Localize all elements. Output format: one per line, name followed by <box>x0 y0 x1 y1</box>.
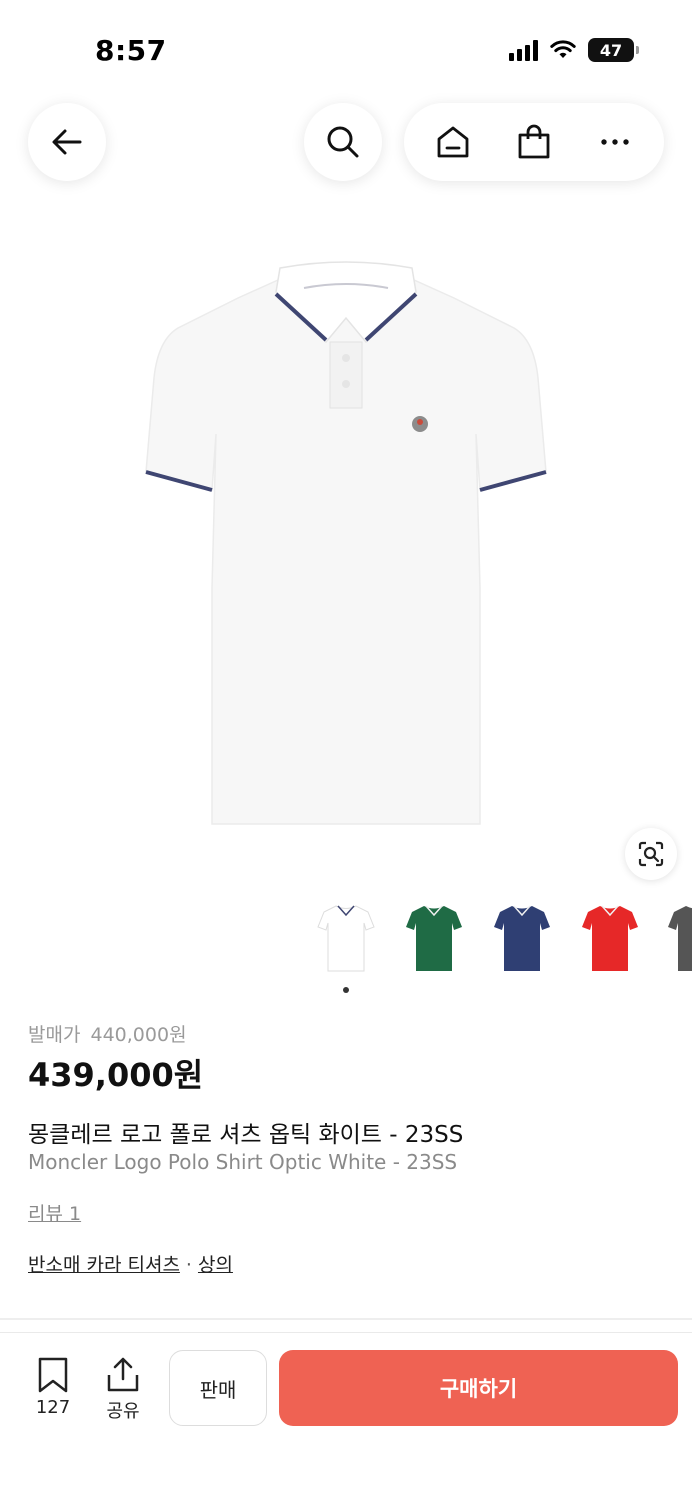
search-icon <box>327 126 359 158</box>
color-thumbnails <box>300 890 692 985</box>
battery-indicator: 47 <box>588 38 639 62</box>
product-title-korean: 몽클레르 로고 폴로 셔츠 옵틱 화이트 - 23SS <box>28 1122 464 1148</box>
polo-shirt-icon <box>494 905 550 971</box>
release-price-label: 발매가 <box>28 1024 81 1046</box>
thumbnail-navy[interactable] <box>482 898 562 978</box>
share-label: 공유 <box>106 1401 140 1422</box>
polo-shirt-icon <box>582 905 638 971</box>
thumbnail-red[interactable] <box>570 898 650 978</box>
shopping-bag-icon <box>518 124 550 159</box>
lens-icon <box>638 841 664 867</box>
arrow-left-icon <box>52 129 82 155</box>
status-bar: 8:57 47 <box>0 0 692 100</box>
thumbnail-green[interactable] <box>394 898 474 978</box>
bottom-action-bar: 127 공유 판매 구매하기 <box>0 1332 692 1500</box>
divider <box>0 1318 692 1320</box>
release-price-value: 440,000원 <box>90 1024 187 1046</box>
status-icons: 47 <box>509 38 639 62</box>
sell-button[interactable]: 판매 <box>169 1350 267 1426</box>
nav-actions <box>404 103 664 181</box>
search-button[interactable] <box>304 103 382 181</box>
thumbnail-white[interactable] <box>306 898 386 978</box>
category-link-short-sleeve-polo[interactable]: 반소매 카라 티셔츠 <box>28 1254 180 1276</box>
battery-level: 47 <box>599 40 623 60</box>
product-image <box>145 261 547 825</box>
image-search-button[interactable] <box>625 828 677 880</box>
carousel-indicator <box>343 987 349 993</box>
bookmark-icon <box>38 1357 68 1393</box>
signal-icon <box>509 39 538 61</box>
category-breadcrumb: 반소매 카라 티셔츠 · 상의 <box>28 1250 233 1277</box>
share-button[interactable]: 공유 <box>95 1357 151 1423</box>
category-separator: · <box>185 1254 192 1276</box>
share-icon <box>107 1357 139 1392</box>
review-link[interactable]: 리뷰 1 <box>28 1199 81 1226</box>
category-link-tops[interactable]: 상의 <box>198 1254 233 1276</box>
current-price: 439,000원 <box>28 1056 204 1094</box>
release-price: 발매가 440,000원 <box>28 1020 187 1047</box>
cart-button[interactable] <box>504 112 564 172</box>
wifi-icon <box>550 40 576 58</box>
home-button[interactable] <box>423 112 483 172</box>
thumbnail-gray[interactable] <box>656 898 692 978</box>
bookmark-button[interactable]: 127 <box>25 1357 81 1418</box>
home-icon <box>437 126 469 158</box>
back-button[interactable] <box>28 103 106 181</box>
product-title-english: Moncler Logo Polo Shirt Optic White - 23… <box>28 1150 458 1174</box>
polo-shirt-icon <box>668 906 692 971</box>
polo-shirt-icon <box>406 905 462 971</box>
bookmark-count: 127 <box>35 1397 71 1418</box>
polo-shirt-icon <box>317 905 375 972</box>
more-icon <box>601 139 630 145</box>
status-time: 8:57 <box>95 34 167 67</box>
buy-button[interactable]: 구매하기 <box>279 1350 678 1426</box>
more-button[interactable] <box>585 112 645 172</box>
